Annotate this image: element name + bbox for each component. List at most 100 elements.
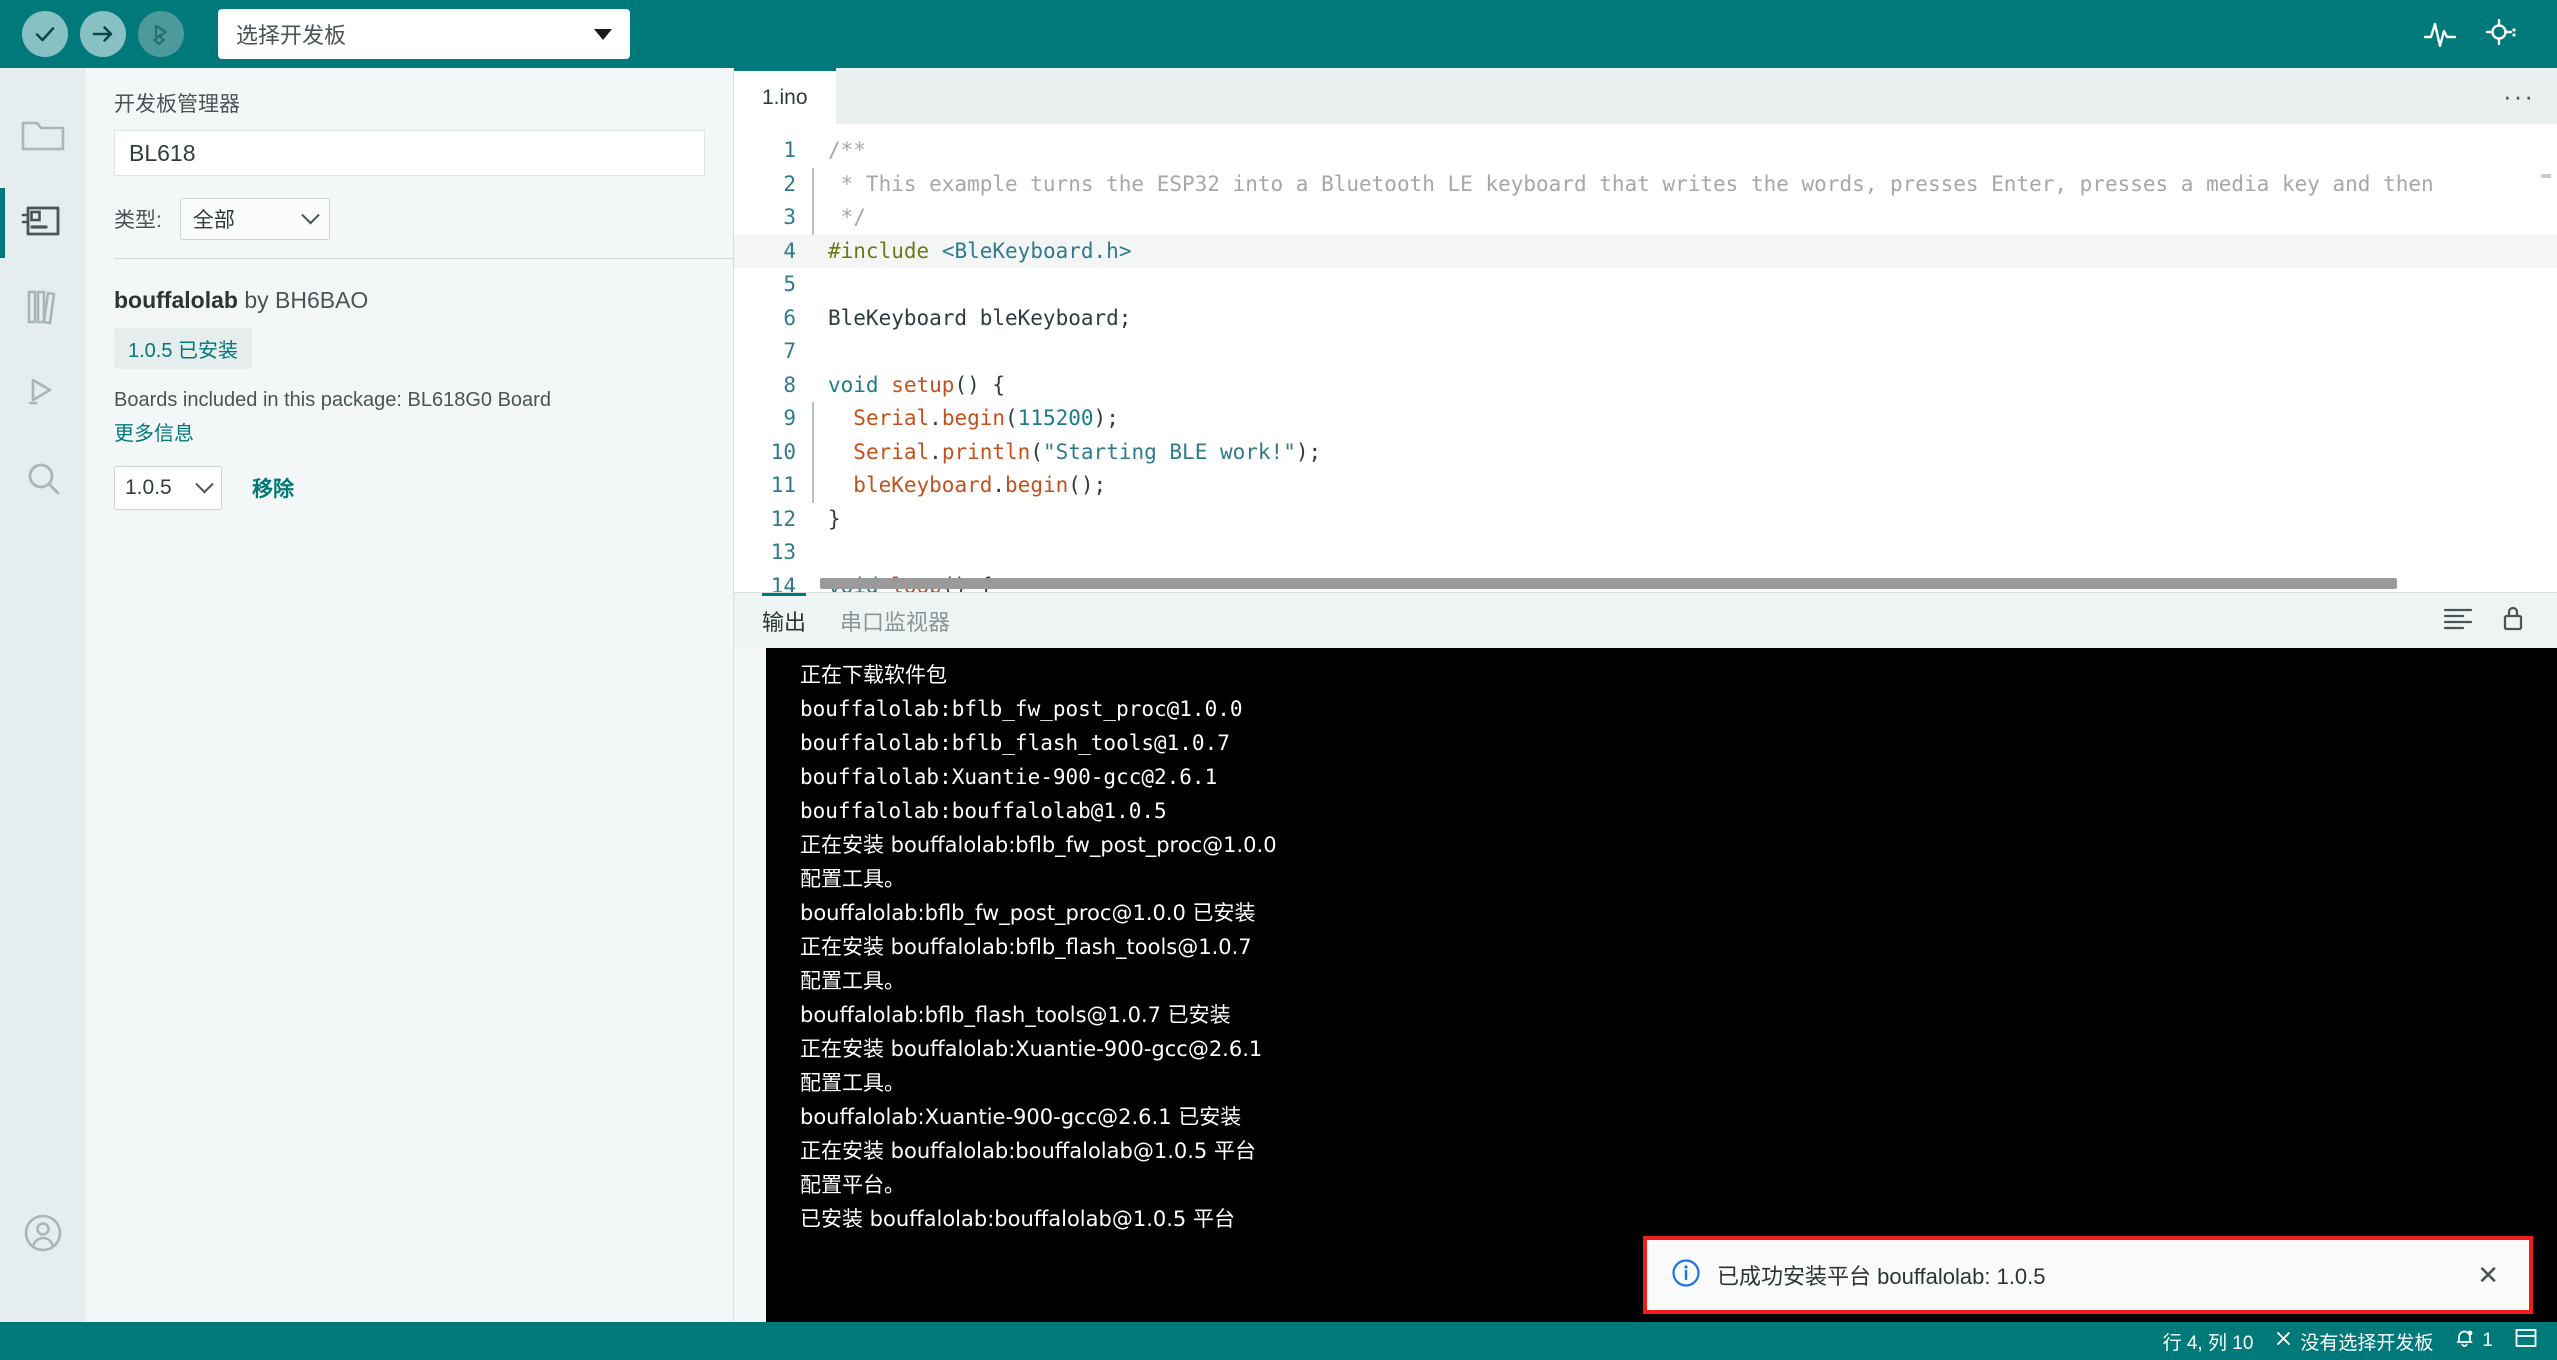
chevron-down-icon <box>195 474 214 493</box>
package-author: by BH6BAO <box>244 287 369 313</box>
output-console[interactable]: 正在下载软件包 bouffalolab:bflb_fw_post_proc@1.0… <box>766 648 2557 1322</box>
code-token: 115200 <box>1017 406 1094 430</box>
sidebar-item-debug[interactable] <box>0 352 86 438</box>
debug-panel-icon <box>20 372 66 419</box>
main-toolbar: 选择开发板 <box>0 0 2557 68</box>
editor-overflow-menu-button[interactable]: ··· <box>2481 68 2557 124</box>
code-token: . <box>929 439 942 464</box>
line-number: 8 <box>783 372 796 397</box>
code-line: 2 * This example turns the ESP32 into a … <box>734 167 2557 201</box>
package-actions: 1.0.5 移除 <box>114 466 705 510</box>
activity-bar <box>0 68 86 1322</box>
code-line-text: Serial.begin(115200); <box>796 402 1119 436</box>
clear-output-icon[interactable] <box>2443 606 2473 635</box>
code-token: bleKeyboard <box>853 473 993 497</box>
code-token: setup <box>891 372 955 397</box>
code-line-text <box>796 536 828 570</box>
code-line: 7 <box>734 335 2557 369</box>
line-number: 2 <box>783 171 796 196</box>
boards-manager-search-input[interactable]: BL618 <box>114 130 705 176</box>
line-number: 10 <box>770 439 796 464</box>
toast-content: 已成功安装平台 bouffalolab: 1.0.5 <box>1671 1258 2471 1293</box>
boards-manager-filter-row: 类型: 全部 <box>86 176 733 258</box>
code-token: BleKeyboard bleKeyboard; <box>828 305 1132 330</box>
package-version-dropdown[interactable]: 1.0.5 <box>114 466 222 510</box>
console-line: 正在安装 bouffalolab:bflb_flash_tools@1.0.7 <box>800 935 1252 959</box>
indent-guide <box>812 469 814 503</box>
filter-type-dropdown[interactable]: 全部 <box>179 198 330 240</box>
console-line: 配置工具。 <box>800 867 905 891</box>
debug-button[interactable] <box>138 11 184 57</box>
boards-manager-icon <box>20 200 66 247</box>
close-icon[interactable]: ✕ <box>2471 1260 2505 1291</box>
boards-manager-title: 开发板管理器 <box>114 93 240 116</box>
package-description: Boards included in this package: BL618G0… <box>114 389 551 411</box>
sidebar-item-boards-manager[interactable] <box>0 180 86 266</box>
editor-column: 1.ino ··· 1 /** 2 * This example turns the… <box>734 68 2557 1322</box>
chevron-down-icon <box>301 205 320 224</box>
library-icon <box>20 286 66 333</box>
sidebar-item-sketchbook[interactable] <box>0 94 86 180</box>
console-line: 正在安装 bouffalolab:Xuantie-900-gcc@2.6.1 <box>800 1037 1263 1061</box>
serial-monitor-icon[interactable] <box>2483 17 2519 52</box>
package-more-info-link[interactable]: 更多信息 <box>114 417 705 446</box>
code-line: 4 #include <BleKeyboard.h> <box>734 234 2557 269</box>
boards-package-list: bouffalolab by BH6BAO 1.0.5 已安装 Boards i… <box>86 259 733 1322</box>
code-token: println <box>941 439 1031 464</box>
tab-serial-monitor[interactable]: 串口监视器 <box>840 593 950 649</box>
notifications-button[interactable]: 1 <box>2455 1328 2493 1354</box>
tab-sketch-file[interactable]: 1.ino <box>734 68 836 124</box>
remove-package-button[interactable]: 移除 <box>252 473 294 503</box>
toggle-panel-button[interactable] <box>2515 1328 2537 1354</box>
arrow-right-icon <box>89 20 117 48</box>
package-installed-badge: 1.0.5 已安装 <box>114 328 253 369</box>
line-number: 12 <box>770 506 796 531</box>
code-token: ( <box>1030 439 1043 464</box>
board-status-label: 没有选择开发板 <box>2300 1332 2434 1354</box>
console-line: 正在安装 bouffalolab:bflb_fw_post_proc@1.0.0 <box>800 833 1277 857</box>
code-line: 10 Serial.println("Starting BLE work!"); <box>734 435 2557 469</box>
code-token: ( <box>1005 406 1018 430</box>
boards-manager-panel: 开发板管理器 BL618 类型: 全部 bouffalolab by BH6BA… <box>86 68 734 1322</box>
notifications-count: 1 <box>2482 1330 2493 1351</box>
line-number: 6 <box>783 305 796 330</box>
console-line: 正在下载软件包 <box>800 663 947 687</box>
code-token: begin <box>941 406 1006 430</box>
code-line-text: #include <BleKeyboard.h> <box>796 235 1131 269</box>
package-title: bouffalolab by BH6BAO <box>114 287 705 314</box>
notification-toast: 已成功安装平台 bouffalolab: 1.0.5 ✕ <box>1643 1236 2533 1314</box>
sidebar-item-library-manager[interactable] <box>0 266 86 352</box>
tab-output[interactable]: 输出 <box>762 592 807 649</box>
editor-scrollbar-horizontal[interactable] <box>820 578 2397 589</box>
board-status[interactable]: 没有选择开发板 <box>2275 1328 2433 1355</box>
cursor-position[interactable]: 行 4, 列 10 <box>2163 1328 2254 1355</box>
board-selector-dropdown[interactable]: 选择开发板 <box>218 9 630 59</box>
editor-scrollbar-vertical[interactable] <box>2541 174 2551 178</box>
list-item[interactable]: bouffalolab by BH6BAO 1.0.5 已安装 Boards i… <box>114 259 705 510</box>
line-number: 11 <box>770 473 796 497</box>
lock-icon[interactable] <box>2501 604 2525 637</box>
account-button[interactable] <box>0 1192 86 1278</box>
code-line: 3 */ <box>734 201 2557 235</box>
indent-guide <box>812 402 814 436</box>
serial-plotter-icon[interactable] <box>2423 17 2457 52</box>
tab-bar-filler <box>836 68 2481 124</box>
line-number: 5 <box>783 272 796 296</box>
console-line: bouffalolab:bflb_fw_post_proc@1.0.0 <box>800 697 1243 721</box>
indent-guide <box>812 167 814 201</box>
line-number: 14 <box>770 573 796 593</box>
code-token: * This example turns the ESP32 into a Bl… <box>828 171 2434 196</box>
filter-label: 类型: <box>114 209 162 232</box>
bottom-panel: 输出 串口监视器 正在下载软件包 bouffalolab:bflb_fw_pos… <box>734 592 2557 1322</box>
sidebar-item-search[interactable] <box>0 438 86 524</box>
code-editor[interactable]: 1 /** 2 * This example turns the ESP32 int… <box>734 124 2557 592</box>
workbench-body: 开发板管理器 BL618 类型: 全部 bouffalolab by BH6BA… <box>0 68 2557 1322</box>
upload-button[interactable] <box>80 11 126 57</box>
code-token: /** <box>828 138 866 162</box>
indent-guide <box>812 435 814 469</box>
verify-button[interactable] <box>22 11 68 57</box>
bottom-panel-tools <box>2443 604 2557 637</box>
console-line: bouffalolab:bflb_flash_tools@1.0.7 已安装 <box>800 1003 1231 1027</box>
